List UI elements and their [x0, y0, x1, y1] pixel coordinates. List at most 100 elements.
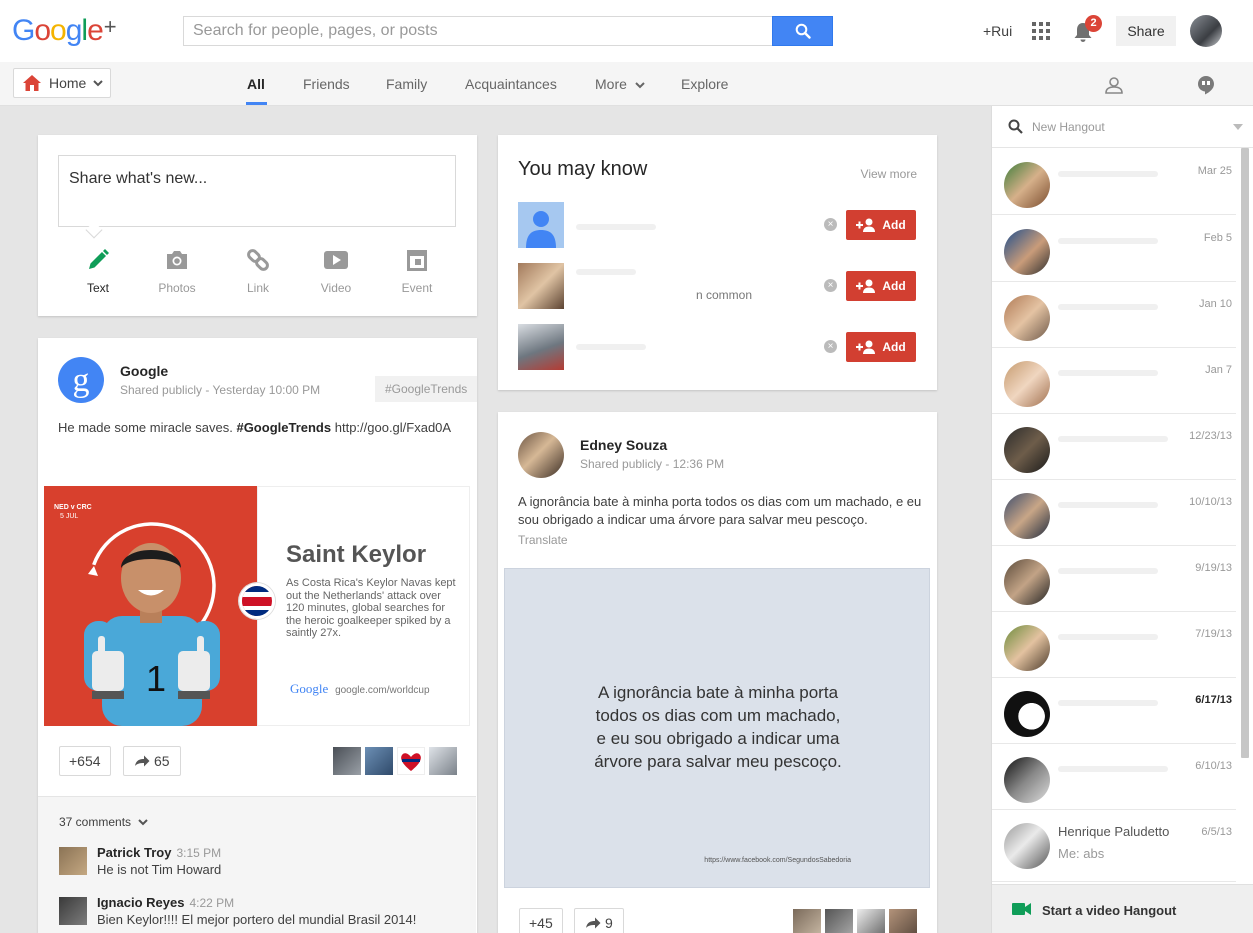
- post-time[interactable]: Yesterday 10:00 PM: [213, 383, 321, 397]
- hangout-conversation[interactable]: Feb 5: [992, 216, 1236, 282]
- conversation-avatar: [1004, 625, 1050, 671]
- search-icon: [1008, 119, 1023, 134]
- add-person-button[interactable]: Add: [846, 210, 916, 240]
- share-photos-button[interactable]: Photos: [142, 245, 212, 295]
- tab-all[interactable]: All: [247, 76, 265, 92]
- hangout-conversation[interactable]: 6/10/13: [992, 744, 1236, 810]
- google-avatar[interactable]: g: [58, 357, 104, 403]
- dismiss-suggestion-button[interactable]: ×: [824, 279, 837, 292]
- hangout-conversation[interactable]: 12/23/13: [992, 414, 1236, 480]
- search-button[interactable]: [772, 16, 833, 46]
- plusser-avatar[interactable]: [429, 747, 457, 775]
- conversation-date: 6/5/13: [1201, 826, 1232, 838]
- redacted-name: [1058, 171, 1158, 177]
- home-dropdown[interactable]: Home: [13, 68, 111, 98]
- post-time[interactable]: 12:36 PM: [673, 457, 724, 471]
- post-hashtag-link[interactable]: #GoogleTrends: [236, 420, 331, 435]
- redacted-name: [1058, 634, 1158, 640]
- hangout-conversation[interactable]: Jan 10: [992, 282, 1236, 348]
- share-text-button[interactable]: Text: [63, 245, 133, 295]
- hangout-conversation[interactable]: Henrique Paludetto Me: abs 6/5/13: [992, 810, 1236, 882]
- hangout-conversation[interactable]: 9/19/13: [992, 546, 1236, 612]
- reshare-button[interactable]: 9: [574, 908, 624, 933]
- view-more-link[interactable]: View more: [861, 167, 917, 181]
- hangout-conversation[interactable]: 7/19/13: [992, 612, 1236, 678]
- post-author[interactable]: Edney Souza: [580, 437, 667, 453]
- people-circles-icon[interactable]: [1103, 75, 1125, 95]
- svg-text:g: g: [73, 362, 90, 399]
- start-video-hangout-button[interactable]: Start a video Hangout: [992, 884, 1253, 933]
- dismiss-suggestion-button[interactable]: ×: [824, 340, 837, 353]
- reshare-button[interactable]: 65: [123, 746, 181, 776]
- tab-family[interactable]: Family: [386, 76, 427, 92]
- hashtag-chip[interactable]: #GoogleTrends: [375, 376, 477, 402]
- tab-explore[interactable]: Explore: [681, 76, 728, 92]
- share-event-label: Event: [401, 281, 433, 295]
- post-text: He made some miracle saves. #GoogleTrend…: [58, 420, 452, 435]
- post-meta: Shared publicly - 12:36 PM: [580, 457, 725, 471]
- hangout-conversation[interactable]: Jan 7: [992, 348, 1236, 414]
- comment-author[interactable]: Patrick Troy: [97, 845, 171, 860]
- tab-acquaintances[interactable]: Acquaintances: [465, 76, 557, 92]
- notification-count-badge[interactable]: 2: [1085, 15, 1102, 32]
- edney-avatar[interactable]: [518, 432, 564, 478]
- plusser-avatar[interactable]: [825, 909, 853, 933]
- add-person-button[interactable]: Add: [846, 271, 916, 301]
- redacted-name: [1058, 370, 1158, 376]
- plusser-avatar[interactable]: [397, 747, 425, 775]
- plusser-avatar[interactable]: [333, 747, 361, 775]
- plusser-avatar[interactable]: [889, 909, 917, 933]
- add-person-button[interactable]: Add: [846, 332, 916, 362]
- google-plus-logo[interactable]: Google+: [12, 14, 117, 48]
- plus-one-button[interactable]: +654: [59, 746, 111, 776]
- comment-avatar[interactable]: [59, 897, 87, 925]
- share-box-card: Share what's new... Text Photos Link Vid…: [38, 135, 477, 316]
- suggestion-avatar[interactable]: [518, 263, 564, 309]
- saint-keylor-caption-panel[interactable]: Saint Keylor As Costa Rica's Keylor Nava…: [257, 486, 470, 726]
- hangouts-quote-icon[interactable]: [1197, 75, 1215, 95]
- comment-author[interactable]: Ignacio Reyes: [97, 895, 184, 910]
- plusser-avatar[interactable]: [857, 909, 885, 933]
- saint-keylor-illustration[interactable]: NED v CRC 5 JUL 1: [44, 486, 257, 726]
- suggestion-avatar[interactable]: [518, 324, 564, 370]
- suggestion-row: n common × Add: [518, 263, 916, 309]
- post-author[interactable]: Google: [120, 363, 168, 379]
- search-input[interactable]: [184, 17, 774, 45]
- new-hangout-search[interactable]: New Hangout: [992, 106, 1253, 148]
- apps-grid-icon[interactable]: [1032, 22, 1050, 40]
- redacted-name: [1058, 436, 1168, 442]
- default-avatar[interactable]: [518, 202, 564, 248]
- share-link-button[interactable]: Link: [223, 245, 293, 295]
- comments-toggle[interactable]: 37 comments: [59, 815, 149, 829]
- plusser-avatar[interactable]: [793, 909, 821, 933]
- redacted-name: [1058, 304, 1158, 310]
- reshare-arrow-icon: [135, 755, 150, 767]
- svg-text:1: 1: [146, 658, 166, 699]
- dismiss-suggestion-button[interactable]: ×: [824, 218, 837, 231]
- edney-post-card: Edney Souza Shared publicly - 12:36 PM A…: [498, 412, 937, 933]
- quote-image[interactable]: A ignorância bate à minha porta todos os…: [504, 568, 930, 888]
- tab-friends[interactable]: Friends: [303, 76, 350, 92]
- hangout-conversation[interactable]: 6/17/13: [992, 678, 1236, 744]
- share-whats-new-input[interactable]: Share what's new...: [58, 155, 456, 227]
- share-button[interactable]: Share: [1116, 16, 1176, 46]
- comment-avatar[interactable]: [59, 847, 87, 875]
- share-event-button[interactable]: Event: [382, 245, 452, 295]
- plus-one-button[interactable]: +45: [519, 908, 563, 933]
- hangout-conversation[interactable]: Mar 25: [992, 149, 1236, 215]
- user-avatar[interactable]: [1190, 15, 1222, 47]
- share-video-button[interactable]: Video: [301, 245, 371, 295]
- translate-link[interactable]: Translate: [518, 533, 568, 547]
- post-url-link[interactable]: http://goo.gl/Fxad0A: [335, 420, 451, 435]
- dropdown-arrow-icon[interactable]: [1233, 124, 1243, 130]
- video-camera-icon: [1012, 903, 1031, 915]
- hangouts-scrollbar[interactable]: [1241, 148, 1249, 758]
- hangout-conversation[interactable]: 10/10/13: [992, 480, 1236, 546]
- plusser-avatar[interactable]: [365, 747, 393, 775]
- post-visibility[interactable]: Shared publicly: [120, 383, 202, 397]
- chevron-down-icon: [93, 79, 104, 86]
- conversation-last-message: Me: abs: [1058, 846, 1105, 861]
- profile-link[interactable]: +Rui: [983, 23, 1012, 39]
- post-visibility[interactable]: Shared publicly: [580, 457, 662, 471]
- tab-more[interactable]: More: [595, 76, 645, 92]
